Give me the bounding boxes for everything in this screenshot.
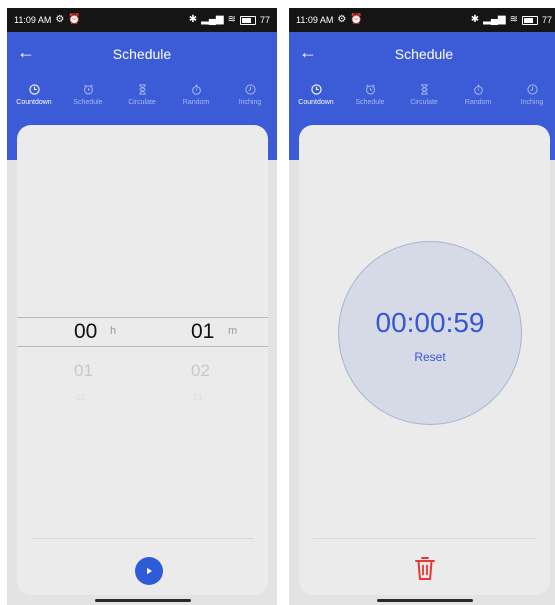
alarm-clock-icon (365, 84, 375, 95)
hourglass-icon (138, 84, 146, 95)
mode-tabs: Countdown Schedule Circulate Random Inch… (7, 84, 277, 120)
picker-top-divider (17, 317, 268, 318)
tab-random[interactable]: Random (451, 84, 505, 120)
back-arrow-icon[interactable]: ← (17, 43, 35, 61)
tab-label: Inching (238, 99, 262, 106)
tab-circulate[interactable]: Circulate (397, 84, 451, 120)
back-arrow-icon[interactable]: ← (299, 43, 317, 61)
battery-level: 77 (541, 15, 552, 25)
home-indicator[interactable] (377, 599, 473, 602)
trash-icon (415, 557, 435, 580)
settings-status-icon: ⚙ (55, 14, 65, 25)
page-title: Schedule (394, 46, 454, 62)
mode-tabs: Countdown Schedule Circulate Random Inch… (289, 84, 555, 120)
tab-circulate[interactable]: Circulate (115, 84, 169, 120)
battery-icon (521, 15, 538, 25)
hours-next2: 02 (76, 393, 85, 402)
tab-schedule[interactable]: Schedule (61, 84, 115, 120)
play-icon (147, 567, 152, 575)
status-bar: 11:09 AM ⚙ ⏰ ✱ ▂▄▆ ≋ 77 (7, 8, 277, 32)
timer-icon (244, 84, 256, 95)
countdown-picker-screen: 11:09 AM ⚙ ⏰ ✱ ▂▄▆ ≋ 77 ← Schedule Count… (7, 8, 277, 605)
signal-icon: ▂▄▆ (201, 14, 224, 25)
tab-label: Circulate (128, 99, 156, 106)
alarm-status-icon: ⏰ (68, 14, 81, 25)
reset-button[interactable]: Reset (339, 350, 521, 364)
battery-level: 77 (259, 15, 270, 25)
tab-inching[interactable]: Inching (223, 84, 277, 120)
tab-label: Schedule (73, 99, 103, 106)
wifi-icon: ≋ (509, 14, 518, 25)
minutes-selected: 01 (191, 320, 215, 343)
stopwatch-icon (191, 84, 201, 95)
delete-button[interactable] (413, 555, 437, 583)
bluetooth-icon: ✱ (470, 14, 480, 25)
stopwatch-icon (473, 84, 483, 95)
home-indicator[interactable] (95, 599, 191, 602)
title-bar: ← Schedule (7, 32, 277, 76)
page-title: Schedule (112, 46, 172, 62)
timer-card: 00:00:59 Reset (299, 125, 550, 595)
countdown-running-screen: 11:09 AM ⚙ ⏰ ✱ ▂▄▆ ≋ 77 ← Schedule Count… (289, 8, 555, 605)
timer-display: 00:00:59 (375, 307, 485, 338)
tab-countdown[interactable]: Countdown (289, 84, 343, 120)
hours-unit: h (110, 325, 117, 337)
tab-inching[interactable]: Inching (505, 84, 555, 120)
timer-icon (526, 84, 538, 95)
tab-schedule[interactable]: Schedule (343, 84, 397, 120)
card-footer-divider (313, 538, 536, 539)
picker-bottom-divider (17, 346, 268, 347)
minutes-next: 02 (191, 361, 210, 380)
clock-icon (28, 84, 40, 95)
tab-label: Circulate (410, 99, 438, 106)
start-button[interactable] (135, 557, 163, 585)
card-footer-divider (31, 538, 254, 539)
clock-icon (310, 84, 322, 95)
settings-status-icon: ⚙ (337, 14, 347, 25)
minutes-next2: 03 (193, 393, 202, 402)
tab-label: Random (464, 99, 492, 106)
title-bar: ← Schedule (289, 32, 555, 76)
status-time: 11:09 AM (296, 15, 334, 25)
tab-label: Countdown (298, 99, 334, 106)
minutes-unit: m (228, 325, 238, 337)
tab-random[interactable]: Random (169, 84, 223, 120)
signal-icon: ▂▄▆ (483, 14, 506, 25)
hours-next: 01 (74, 361, 93, 380)
battery-icon (239, 15, 256, 25)
status-bar: 11:09 AM ⚙ ⏰ ✱ ▂▄▆ ≋ 77 (289, 8, 555, 32)
tab-label: Inching (520, 99, 544, 106)
tab-label: Countdown (16, 99, 52, 106)
tab-countdown[interactable]: Countdown (7, 84, 61, 120)
tab-label: Schedule (355, 99, 385, 106)
wifi-icon: ≋ (227, 14, 236, 25)
status-time: 11:09 AM (14, 15, 52, 25)
hours-selected: 00 (74, 320, 98, 343)
alarm-status-icon: ⏰ (350, 14, 363, 25)
picker-card: 00 h 01 02 01 m 02 03 (17, 125, 268, 595)
hourglass-icon (420, 84, 428, 95)
tab-label: Random (182, 99, 210, 106)
bluetooth-icon: ✱ (188, 14, 198, 25)
alarm-clock-icon (83, 84, 93, 95)
timer-dial: 00:00:59 Reset (338, 241, 522, 425)
